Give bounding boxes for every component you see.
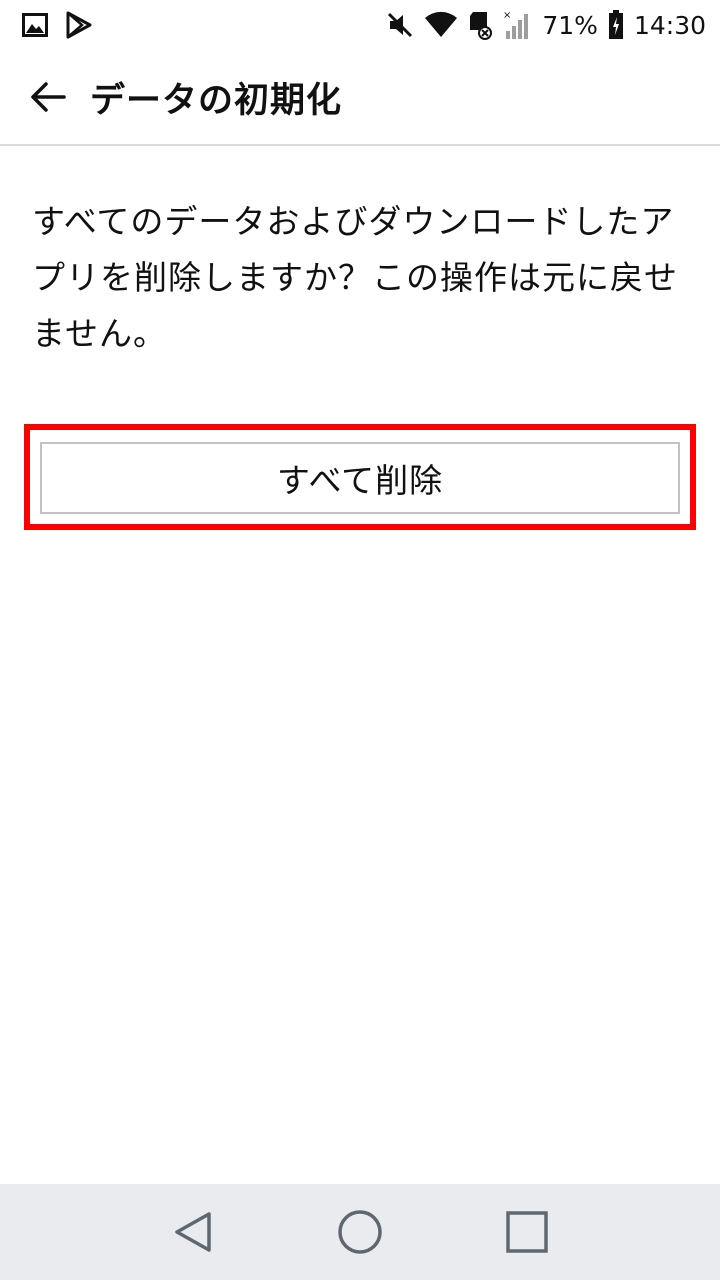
app-bar: データの初期化 (0, 50, 720, 146)
status-bar: × 71% 14:30 (0, 0, 720, 50)
clock: 14:30 (633, 10, 706, 40)
back-button[interactable] (24, 73, 72, 121)
play-store-icon (66, 11, 92, 39)
screen: × 71% 14:30 データの初期化 すべてのデータおよびダウンロードしたアプ… (0, 0, 720, 1280)
delete-all-button[interactable]: すべて削除 (40, 442, 680, 514)
sd-card-icon (468, 10, 493, 40)
image-icon (22, 13, 48, 37)
nav-home-button[interactable] (320, 1192, 400, 1272)
nav-bar (0, 1184, 720, 1280)
recents-square-icon (505, 1211, 548, 1253)
status-right: × 71% 14:30 (376, 9, 706, 41)
svg-text:×: × (503, 10, 511, 21)
mute-icon (386, 11, 414, 39)
signal-icon: × (502, 9, 532, 41)
arrow-left-icon (31, 82, 66, 112)
battery-percent: 71% (542, 10, 598, 40)
nav-recents-button[interactable] (487, 1192, 567, 1272)
page-title: データの初期化 (90, 80, 343, 121)
home-circle-icon (338, 1210, 382, 1254)
status-left (22, 11, 110, 39)
back-triangle-icon (175, 1212, 212, 1252)
battery-icon (608, 10, 624, 40)
nav-back-button[interactable] (153, 1192, 233, 1272)
wifi-icon (424, 11, 458, 39)
confirmation-message: すべてのデータおよびダウンロードしたアプリを削除しますか？この操作は元に戻せませ… (32, 202, 678, 353)
